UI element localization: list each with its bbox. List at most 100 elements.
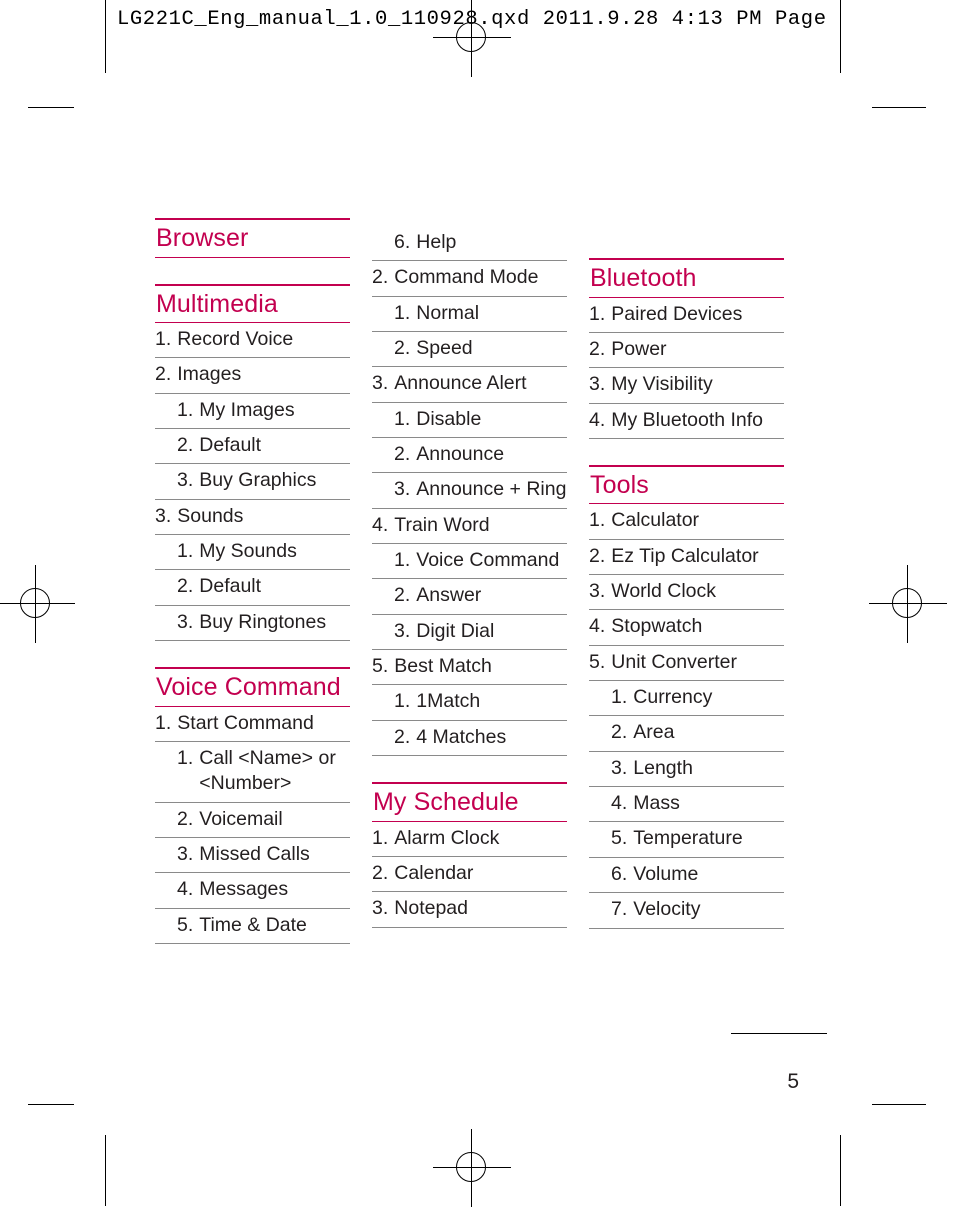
menu-item-number: 3.	[372, 897, 389, 920]
menu-item[interactable]: 3. Notepad	[372, 892, 567, 928]
menu-item-number: 2.	[155, 363, 172, 386]
menu-item[interactable]: 5. Unit Converter	[589, 646, 784, 682]
page-number: 5	[787, 1070, 799, 1093]
column-2: 6. Help 2. Command Mode 1. Normal 2. Speed 3. Ann…	[372, 218, 567, 928]
menu-section: Voice Command 1. Start Command 1. Call <Name…	[155, 667, 350, 944]
menu-item[interactable]: 1. Calculator	[589, 504, 784, 540]
menu-item[interactable]: 7. Velocity	[589, 893, 784, 929]
menu-item-label: Start Command	[177, 711, 314, 734]
menu-item-label: Train Word	[394, 513, 490, 536]
menu-item[interactable]: 3. My Visibility	[589, 368, 784, 404]
menu-item-label: 4 Matches	[416, 725, 507, 748]
menu-item-number: 3.	[611, 756, 628, 779]
menu-item-number: 1.	[589, 509, 606, 532]
menu-item[interactable]: 1. Alarm Clock	[372, 822, 567, 857]
menu-item[interactable]: 1. Paired Devices	[589, 298, 784, 333]
menu-item[interactable]: 5. Time & Date	[155, 909, 350, 944]
section-heading[interactable]: Voice Command	[155, 667, 350, 707]
column-1: Browser Multimedia 1. Record Voice 2. Images 1…	[155, 218, 350, 944]
menu-item[interactable]: 4. Messages	[155, 873, 350, 909]
menu-item[interactable]: 1. Record Voice	[155, 323, 350, 359]
section-heading[interactable]: Tools	[589, 464, 784, 505]
menu-item[interactable]: 1. My Sounds	[155, 535, 350, 571]
menu-item-number: 1.	[611, 686, 628, 709]
menu-item[interactable]: 1. 1Match	[372, 685, 567, 721]
menu-item[interactable]: 4. Stopwatch	[589, 610, 784, 646]
menu-item[interactable]: 3. Announce + Ring	[372, 473, 567, 509]
menu-item[interactable]: 2. 4 Matches	[372, 721, 567, 757]
menu-item[interactable]: 3. Length	[589, 752, 784, 788]
menu-item-number: 6.	[394, 231, 411, 253]
section-heading[interactable]: My Schedule	[372, 782, 567, 822]
menu-item-label: World Clock	[611, 580, 717, 603]
menu-item[interactable]: 3. World Clock	[589, 575, 784, 611]
menu-columns: Browser Multimedia 1. Record Voice 2. Images 1…	[155, 218, 795, 944]
menu-item-number: 3.	[394, 478, 411, 501]
menu-item[interactable]: 1. Start Command	[155, 707, 350, 742]
menu-item-label: Voicemail	[199, 807, 283, 830]
menu-item-number: 3.	[155, 504, 172, 527]
menu-item-label: Announce Alert	[394, 372, 527, 395]
menu-item-label: 1Match	[416, 690, 481, 713]
menu-item[interactable]: 3. Sounds	[155, 500, 350, 536]
menu-item-label: Call <Name> or <Number>	[199, 746, 336, 795]
menu-item-number: 6.	[611, 862, 628, 885]
menu-item[interactable]: 2. Ez Tip Calculator	[589, 540, 784, 576]
menu-item[interactable]: 2. Default	[155, 429, 350, 465]
menu-item[interactable]: 3. Digit Dial	[372, 615, 567, 651]
menu-item-number: 2.	[394, 443, 411, 466]
menu-item-number: 2.	[611, 721, 628, 744]
menu-item[interactable]: 5. Temperature	[589, 822, 784, 858]
menu-item-number: 4.	[372, 513, 389, 536]
section-heading[interactable]: Browser	[155, 218, 350, 258]
menu-item[interactable]: 2. Images	[155, 358, 350, 394]
menu-item-number: 2.	[177, 575, 194, 598]
menu-item[interactable]: 1. Normal	[372, 297, 567, 333]
menu-item-number: 1.	[394, 407, 411, 430]
menu-item[interactable]: 4. Train Word	[372, 509, 567, 545]
menu-item-number: 3.	[372, 372, 389, 395]
menu-item[interactable]: 2. Power	[589, 333, 784, 369]
menu-item[interactable]: 4. Mass	[589, 787, 784, 823]
menu-item-number: 3.	[177, 842, 194, 865]
menu-item[interactable]: 2. Voicemail	[155, 803, 350, 838]
menu-item-number: 3.	[394, 619, 411, 642]
menu-section: Browser	[155, 218, 350, 258]
menu-item-number: 2.	[372, 266, 389, 289]
menu-item-label: Notepad	[394, 897, 468, 920]
menu-item[interactable]: 1. Call <Name> or <Number>	[155, 742, 350, 803]
menu-item-number: 2.	[177, 807, 194, 830]
menu-item-label: Normal	[416, 301, 480, 324]
menu-item[interactable]: 2. Command Mode	[372, 261, 567, 297]
menu-item-number: 2.	[589, 544, 606, 567]
menu-item-list: 1. Start Command 1. Call <Name> or <Number>…	[155, 707, 350, 944]
menu-item[interactable]: 2. Announce	[372, 438, 567, 474]
section-heading[interactable]: Bluetooth	[589, 258, 784, 298]
menu-item[interactable]: 2. Speed	[372, 332, 567, 368]
menu-item[interactable]: 2. Default	[155, 570, 350, 606]
menu-item[interactable]: 3. Announce Alert	[372, 367, 567, 403]
menu-item[interactable]: 3. Buy Ringtones	[155, 606, 350, 642]
menu-item[interactable]: 1. Currency	[589, 681, 784, 717]
menu-item[interactable]: 2. Answer	[372, 579, 567, 615]
menu-item[interactable]: 5. Best Match	[372, 650, 567, 686]
menu-item[interactable]: 1. My Images	[155, 394, 350, 430]
menu-item-label: Velocity	[633, 898, 701, 921]
menu-item[interactable]: 3. Missed Calls	[155, 838, 350, 874]
section-heading[interactable]: Multimedia	[155, 283, 350, 323]
menu-item-number: 1.	[155, 711, 172, 734]
menu-item[interactable]: 2. Area	[589, 716, 784, 752]
menu-item-list: 1. Paired Devices 2. Power 3. My Visibility 4.…	[589, 298, 784, 439]
menu-item[interactable]: 1. Voice Command	[372, 544, 567, 580]
menu-item[interactable]: 6. Volume	[589, 858, 784, 894]
menu-item[interactable]: 2. Calendar	[372, 857, 567, 893]
menu-item[interactable]: 4. My Bluetooth Info	[589, 404, 784, 439]
menu-item-number: 5.	[372, 655, 389, 678]
menu-item-label: Best Match	[394, 655, 492, 678]
menu-item[interactable]: 3. Buy Graphics	[155, 464, 350, 500]
menu-item-number: 4.	[611, 792, 628, 815]
menu-item[interactable]: 1. Disable	[372, 403, 567, 439]
menu-item[interactable]: 6. Help	[372, 226, 567, 262]
menu-item-label: Calendar	[394, 862, 474, 884]
menu-item-number: 2.	[394, 584, 411, 607]
